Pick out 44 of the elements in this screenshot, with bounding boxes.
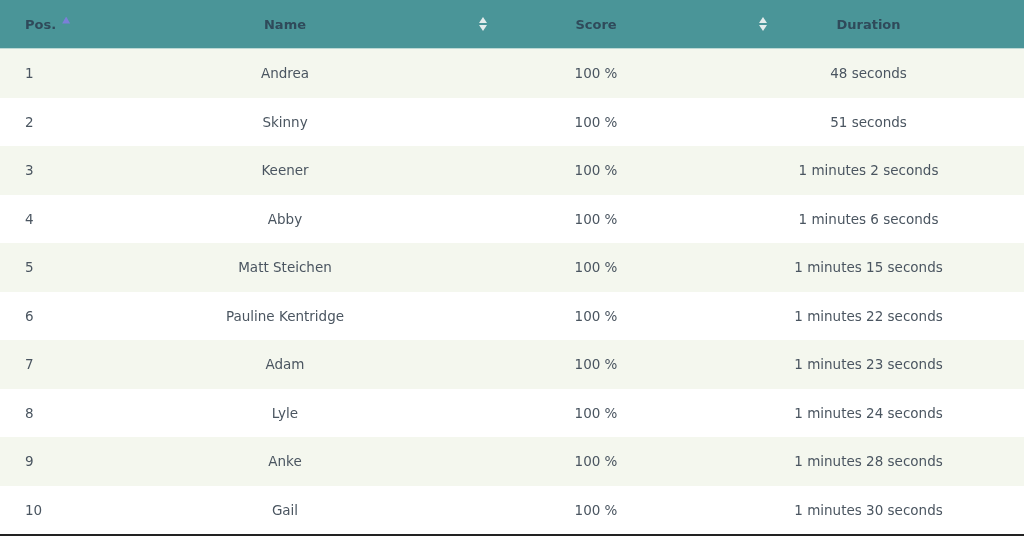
table-cell: Abby — [267, 210, 303, 227]
table-cell: 1 minutes 6 seconds — [798, 210, 939, 227]
table-cell: 100 % — [574, 501, 618, 518]
table-cell: Andrea — [260, 65, 310, 82]
table-cell: 100 % — [574, 453, 618, 470]
table-cell: 1 minutes 2 seconds — [798, 162, 939, 179]
table-cell: 100 % — [574, 259, 618, 276]
table-cell: 7 — [25, 356, 34, 373]
table-cell: 3 — [25, 162, 34, 179]
table-cell: 100 % — [574, 210, 618, 227]
table-cell: 5 — [25, 259, 34, 276]
table-cell: 10 — [25, 501, 43, 518]
column-header: Duration — [836, 16, 901, 32]
column-header[interactable]: Pos. — [25, 16, 57, 32]
table-cell: 6 — [25, 307, 34, 324]
table-cell: 2 — [25, 113, 34, 130]
table-cell: 1 minutes 28 seconds — [794, 453, 943, 470]
table-cell: 1 — [25, 65, 34, 82]
table-cell: 100 % — [574, 65, 618, 82]
table-cell: 1 minutes 22 seconds — [794, 307, 943, 324]
table-cell: 100 % — [574, 356, 618, 373]
table-cell: 100 % — [574, 404, 618, 421]
table-cell: Lyle — [271, 404, 299, 421]
table-cell: 8 — [25, 404, 34, 421]
table-cell: 100 % — [574, 162, 618, 179]
table-cell: Keener — [261, 162, 309, 179]
table-cell: 100 % — [574, 113, 618, 130]
table-cell: 1 minutes 23 seconds — [794, 356, 943, 373]
table-cell: 9 — [25, 453, 34, 470]
table-cell: Pauline Kentridge — [225, 307, 345, 324]
table-cell: 51 seconds — [830, 113, 907, 130]
table-cell: Skinny — [262, 113, 308, 130]
table-cell: 1 minutes 24 seconds — [794, 404, 943, 421]
table-cell: Adam — [265, 356, 305, 373]
table-cell: 4 — [25, 210, 34, 227]
table-cell: Matt Steichen — [238, 259, 332, 276]
table-cell: Anke — [268, 453, 302, 470]
table-cell: 48 seconds — [830, 65, 907, 82]
table-cell: 100 % — [574, 307, 618, 324]
table-cell: Gail — [271, 501, 299, 518]
table-cell: 1 minutes 15 seconds — [794, 259, 943, 276]
table-cell: 1 minutes 30 seconds — [794, 501, 943, 518]
column-header[interactable]: Score — [575, 16, 617, 32]
column-header[interactable]: Name — [264, 16, 306, 32]
